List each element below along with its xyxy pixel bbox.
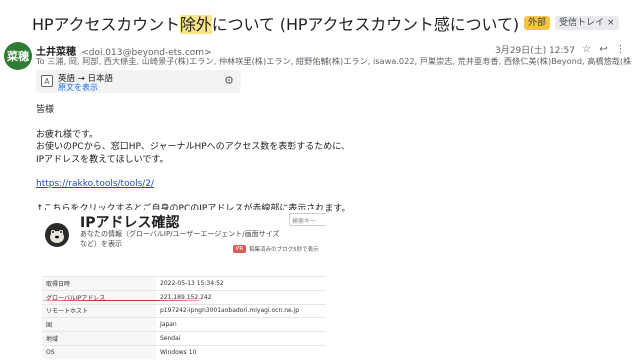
table-row: 取得日時 2022-05-13 15:34:52: [42, 276, 326, 291]
label-external[interactable]: 外部: [524, 16, 551, 30]
body-line-1: お疲れ様です。: [36, 129, 99, 140]
subject-highlight: 除外: [179, 15, 212, 34]
reply-icon[interactable]: ↩: [598, 44, 609, 55]
table-row: 地域 Sendai: [42, 331, 326, 346]
ip-info-table: 取得日時 2022-05-13 15:34:52 グローバルIPアドレス 221.1…: [42, 276, 326, 360]
pr-text: 稿集済みのブログ5秒で表示: [249, 247, 319, 253]
table-row: 国 Japan: [42, 317, 326, 332]
gear-icon[interactable]: ⚙: [223, 75, 235, 87]
table-row: グローバルIPアドレス 221.189.152.242: [42, 289, 326, 305]
label-remove-icon[interactable]: ×: [607, 18, 615, 28]
greeting: 皆様: [36, 105, 55, 115]
translate-icon: A: [41, 75, 53, 87]
rakko-link[interactable]: https://rakko.tools/tools/2/: [36, 179, 154, 189]
message-body: 皆様 お疲れ様です。 お使いのPCから、窓口HP、ジャーナルHPへのアクセス数を…: [36, 104, 350, 215]
screenshot-title: IPアドレス確認: [80, 215, 180, 231]
more-icon[interactable]: ⋮: [615, 44, 626, 55]
subject-line: HPアクセスカウント除外について (HPアクセスカウント感について) 外部 受信…: [32, 12, 619, 34]
avatar[interactable]: 菜穂: [4, 42, 32, 70]
subject-title: HPアクセスカウント除外について (HPアクセスカウント感について): [32, 15, 519, 34]
screenshot-search-box: 検索キー: [289, 213, 326, 226]
body-line-2: お使いのPCから、窓口HP、ジャーナルHPへのアクセス数を表彰するために、: [36, 142, 350, 152]
pr-badge: PR: [233, 245, 247, 253]
body-line-3: IPアドレスを教えてほしいです。: [36, 154, 169, 165]
rakko-logo-icon: [45, 223, 69, 247]
star-icon[interactable]: ☆: [581, 44, 592, 55]
embedded-screenshot: IPアドレス確認 あなたの情報（グローバルIP/ユーザーエージェント/画面サイズ…: [36, 210, 326, 363]
red-underline: [42, 300, 202, 301]
translate-bar: A 英語 → 日本語 原文を表示 ⚙: [36, 70, 241, 93]
svg-text:A: A: [44, 77, 50, 86]
screenshot-pr: PR 稿集済みのブログ5秒で表示: [233, 245, 319, 253]
show-original-link[interactable]: 原文を表示: [58, 82, 98, 93]
table-row: OS Windows 10: [42, 344, 326, 360]
recipients-line[interactable]: To 三浦, 岡, 阿部, 西大條圭, 山崎景子(株)エラン, 仲林咲里(株)エ…: [36, 55, 632, 67]
table-row: リモートホスト p197242-ipngn3001aobadori.miyagi.…: [42, 303, 326, 318]
label-inbox[interactable]: 受信トレイ ×: [555, 16, 619, 30]
